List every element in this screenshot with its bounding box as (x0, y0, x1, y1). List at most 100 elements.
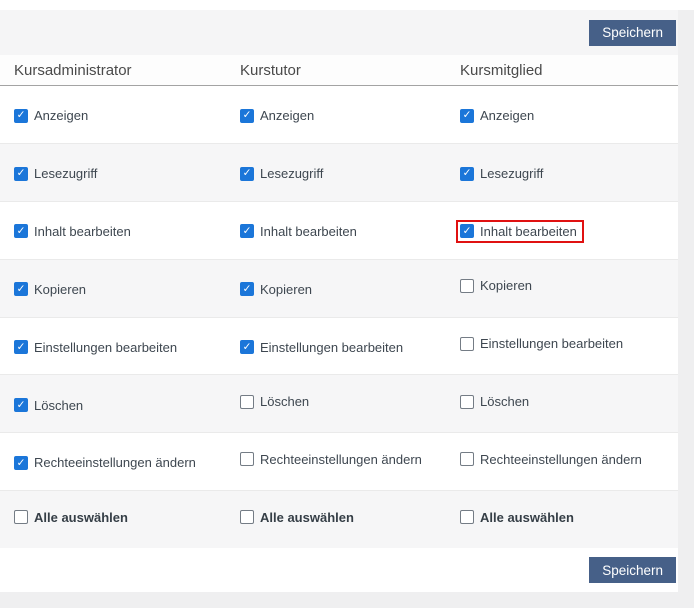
column-header-kurstutor: Kurstutor (226, 62, 446, 79)
checkbox-item[interactable]: Alle auswählen (240, 510, 354, 525)
permission-cell: ✓ Inhalt bearbeiten (0, 221, 226, 239)
top-toolbar: Speichern (0, 10, 678, 55)
checkbox-item[interactable]: ✓ Lesezugriff (460, 166, 543, 181)
checkbox-item[interactable]: ✓ Einstellungen bearbeiten (240, 340, 403, 355)
column-header-kursadministrator: Kursadministrator (0, 62, 226, 79)
checkbox-unchecked[interactable] (460, 395, 474, 409)
save-button-bottom[interactable]: Speichern (589, 557, 676, 583)
checkbox-label: Einstellungen bearbeiten (480, 336, 623, 351)
checkbox-unchecked[interactable] (460, 452, 474, 466)
checkbox-unchecked[interactable] (460, 279, 474, 293)
checkbox-item[interactable]: Alle auswählen (14, 510, 128, 525)
checkbox-checked[interactable]: ✓ (240, 167, 254, 181)
permissions-panel: Speichern Kursadministrator Kurstutor Ku… (0, 10, 678, 592)
checkbox-item[interactable]: ✓ Lesezugriff (14, 166, 97, 181)
table-row: ✓Inhalt bearbeiten✓Inhalt bearbeiten✓Inh… (0, 201, 678, 259)
checkbox-checked[interactable]: ✓ (14, 398, 28, 412)
permission-cell: Löschen (446, 394, 678, 414)
permission-cell: ✓Inhalt bearbeiten (226, 221, 446, 239)
checkbox-label: Lesezugriff (34, 166, 97, 181)
permission-cell: Alle auswählen (446, 510, 678, 530)
checkbox-checked[interactable]: ✓ (460, 109, 474, 123)
checkbox-checked[interactable]: ✓ (460, 224, 474, 238)
save-button-top[interactable]: Speichern (589, 20, 676, 46)
checkbox-unchecked[interactable] (240, 510, 254, 524)
table-row: ✓ Einstellungen bearbeiten ✓ Einstellungen … (0, 317, 678, 375)
checkbox-item[interactable]: Einstellungen bearbeiten (460, 336, 623, 351)
checkbox-item[interactable]: ✓Löschen (14, 398, 83, 413)
checkbox-checked[interactable]: ✓ (240, 224, 254, 238)
checkbox-label: Rechteeinstellungen ändern (34, 455, 196, 470)
checkbox-item[interactable]: ✓Kopieren (14, 282, 86, 297)
permission-cell: ✓ Lesezugriff (446, 163, 678, 181)
permission-cell: ✓Lesezugriff (226, 163, 446, 181)
checkbox-label: Löschen (260, 394, 309, 409)
checkbox-unchecked[interactable] (240, 395, 254, 409)
checkbox-item[interactable]: ✓ Einstellungen bearbeiten (14, 340, 177, 355)
table-row: Alle auswählen Alle auswählen Alle auswähl… (0, 490, 678, 548)
checkbox-checked[interactable]: ✓ (14, 167, 28, 181)
checkbox-unchecked[interactable] (240, 452, 254, 466)
checkbox-item[interactable]: ✓ Anzeigen (14, 108, 88, 123)
checkbox-item[interactable]: Rechteeinstellungen ändern (460, 452, 642, 467)
checkbox-checked[interactable]: ✓ (14, 282, 28, 296)
table-row: ✓Kopieren✓KopierenKopieren (0, 259, 678, 317)
checkbox-checked[interactable]: ✓ (14, 456, 28, 470)
bottom-toolbar: Speichern (0, 548, 678, 592)
checkbox-label: Rechteeinstellungen ändern (260, 452, 422, 467)
checkbox-label: Kopieren (480, 278, 532, 293)
checkbox-label: Kopieren (260, 282, 312, 297)
checkbox-item[interactable]: Rechteeinstellungen ändern (240, 452, 422, 467)
checkbox-label: Löschen (480, 394, 529, 409)
checkbox-item[interactable]: ✓ Anzeigen (240, 108, 314, 123)
checkbox-item[interactable]: Kopieren (460, 278, 532, 293)
column-header-kursmitglied: Kursmitglied (446, 62, 678, 79)
permission-cell: ✓ Rechteeinstellungen ändern (0, 453, 226, 471)
checkbox-checked[interactable]: ✓ (14, 340, 28, 354)
permission-cell: Alle auswählen (226, 510, 446, 530)
checkbox-label: Rechteeinstellungen ändern (480, 452, 642, 467)
checkbox-checked[interactable]: ✓ (460, 167, 474, 181)
permissions-rows: ✓Anzeigen✓Anzeigen✓Anzeigen✓Lesezugriff✓… (0, 86, 678, 548)
permission-cell: ✓Anzeigen (446, 105, 678, 123)
checkbox-item[interactable]: ✓Anzeigen (460, 108, 534, 123)
checkbox-checked[interactable]: ✓ (14, 224, 28, 238)
checkbox-label: Einstellungen bearbeiten (34, 340, 177, 355)
table-row: ✓Löschen Löschen Löschen (0, 374, 678, 432)
checkbox-unchecked[interactable] (14, 510, 28, 524)
checkbox-item[interactable]: Löschen (240, 394, 309, 409)
permission-cell: Kopieren (446, 278, 678, 298)
checkbox-label: Alle auswählen (34, 510, 128, 525)
permission-cell: ✓ Anzeigen (226, 105, 446, 123)
checkbox-checked[interactable]: ✓ (14, 109, 28, 123)
permission-cell: Löschen (226, 394, 446, 414)
checkbox-item[interactable]: Löschen (460, 394, 529, 409)
checkbox-item[interactable]: ✓Inhalt bearbeiten (240, 224, 357, 239)
permission-cell: ✓ Kopieren (226, 279, 446, 297)
checkbox-item[interactable]: ✓ Rechteeinstellungen ändern (14, 455, 196, 470)
checkbox-label: Inhalt bearbeiten (34, 224, 131, 239)
permission-cell: Alle auswählen (0, 510, 226, 530)
permission-cell: ✓ Einstellungen bearbeiten (0, 337, 226, 355)
checkbox-item[interactable]: ✓Lesezugriff (240, 166, 323, 181)
checkbox-checked[interactable]: ✓ (240, 109, 254, 123)
checkbox-item-highlighted[interactable]: ✓ Inhalt bearbeiten (456, 220, 584, 243)
checkbox-checked[interactable]: ✓ (240, 340, 254, 354)
checkbox-checked[interactable]: ✓ (240, 282, 254, 296)
checkbox-label: Lesezugriff (480, 166, 543, 181)
permission-cell: ✓Löschen (0, 395, 226, 413)
checkbox-label: Alle auswählen (260, 510, 354, 525)
checkbox-label: Einstellungen bearbeiten (260, 340, 403, 355)
checkbox-item[interactable]: ✓ Inhalt bearbeiten (14, 224, 131, 239)
checkbox-label: Anzeigen (260, 108, 314, 123)
checkbox-label: Anzeigen (34, 108, 88, 123)
checkbox-label: Inhalt bearbeiten (480, 224, 577, 239)
checkbox-label: Alle auswählen (480, 510, 574, 525)
permission-cell: Einstellungen bearbeiten (446, 336, 678, 356)
checkbox-item[interactable]: Alle auswählen (460, 510, 574, 525)
table-row: ✓Lesezugriff✓Lesezugriff✓Lesezugriff (0, 143, 678, 201)
permission-cell: ✓ Anzeigen (0, 105, 226, 123)
checkbox-unchecked[interactable] (460, 510, 474, 524)
checkbox-unchecked[interactable] (460, 337, 474, 351)
checkbox-item[interactable]: ✓ Kopieren (240, 282, 312, 297)
